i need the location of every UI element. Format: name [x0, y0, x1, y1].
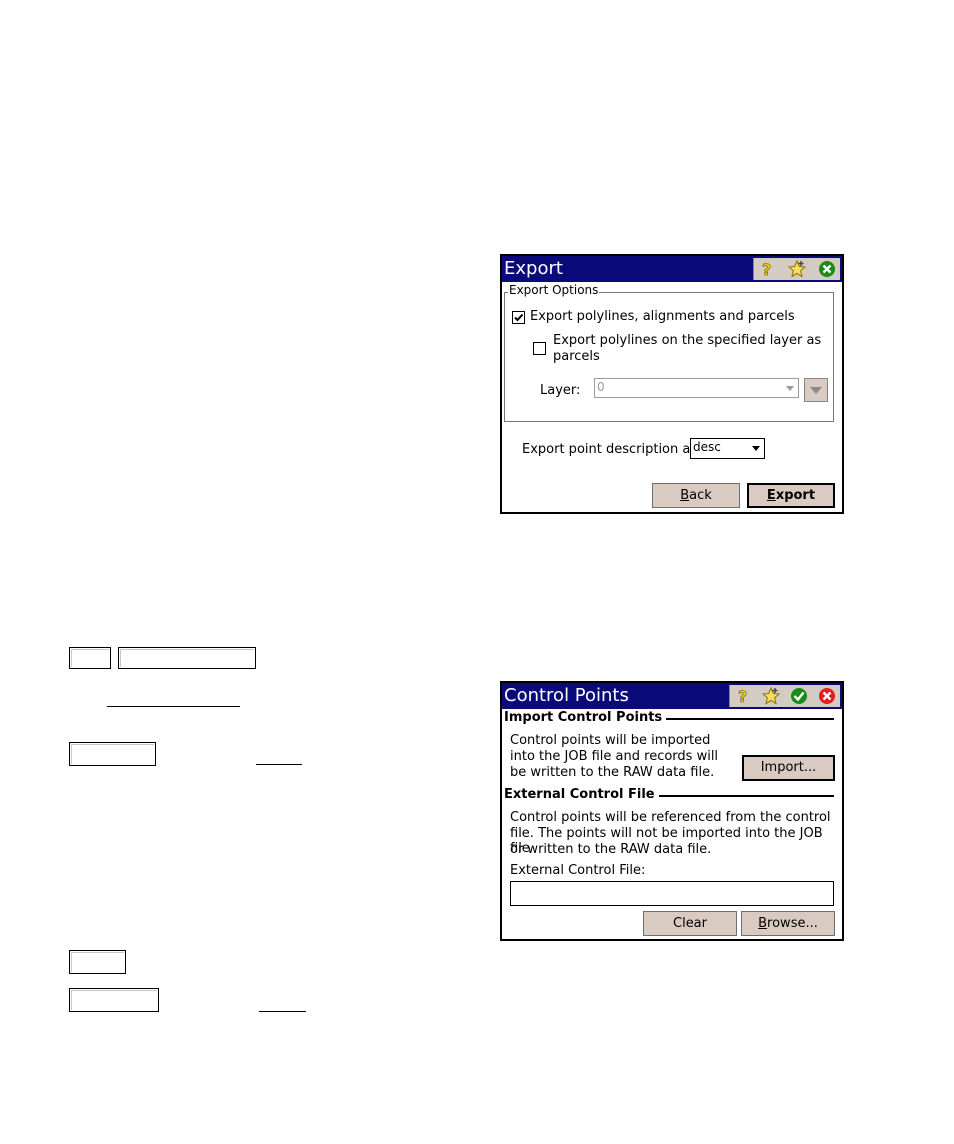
checkmark-icon	[514, 313, 524, 322]
control-points-dialog: Control Points ? Import Control Points C…	[500, 681, 844, 941]
export-title: Export	[504, 258, 563, 279]
import-button-label: Import...	[760, 760, 817, 775]
export-options-legend: Export Options	[508, 283, 600, 297]
import-section-title: Import Control Points	[504, 710, 667, 725]
layer-label: Layer:	[540, 383, 581, 398]
help-icon[interactable]: ?	[734, 687, 752, 705]
import-desc-line3: be written to the RAW data file.	[510, 765, 715, 780]
export-button-label: Export	[766, 488, 816, 503]
help-icon[interactable]: ?	[758, 260, 776, 278]
ok-check-icon[interactable]	[790, 687, 808, 705]
svg-text:?: ?	[762, 260, 771, 278]
clear-button-label: Clear	[673, 916, 707, 931]
export-layer-parcels-label-line2[interactable]: parcels	[553, 349, 600, 364]
external-file-label: External Control File:	[510, 863, 646, 878]
export-button[interactable]: Export	[747, 483, 835, 508]
dropdown-arrow-icon	[752, 446, 760, 451]
point-desc-value: desc	[693, 440, 721, 454]
external-file-input[interactable]	[510, 881, 834, 906]
control-points-title: Control Points	[504, 685, 629, 706]
import-desc-line2: into the JOB file and records will	[510, 749, 719, 764]
export-layer-parcels-label-line1[interactable]: Export polylines on the specified layer …	[553, 333, 821, 348]
back-button[interactable]: Back	[652, 483, 740, 508]
key-reference-2	[118, 647, 256, 669]
close-x-icon[interactable]	[818, 687, 836, 705]
layer-value: 0	[597, 380, 605, 394]
external-desc-line1: Control points will be referenced from t…	[510, 810, 831, 825]
key-reference-3	[69, 742, 156, 766]
import-button[interactable]: Import...	[742, 755, 835, 781]
underline-reference-3	[259, 1011, 306, 1012]
browse-button-label: Browse...	[758, 916, 818, 931]
layer-combobox[interactable]: 0	[594, 378, 799, 398]
export-title-icons: ?	[753, 258, 840, 280]
key-reference-1	[69, 647, 111, 669]
key-reference-5	[69, 988, 159, 1012]
dropdown-arrow-icon	[786, 386, 794, 391]
control-points-title-icons: ?	[729, 685, 840, 707]
svg-text:?: ?	[738, 687, 747, 705]
external-desc-line3: or written to the RAW data file.	[510, 842, 712, 857]
clear-button[interactable]: Clear	[643, 911, 737, 936]
dropdown-arrow-icon	[810, 387, 822, 394]
browse-button[interactable]: Browse...	[741, 911, 835, 936]
layer-picker-button[interactable]	[804, 378, 828, 402]
underline-reference-2	[256, 764, 302, 765]
underline-reference-1	[107, 706, 240, 707]
export-polylines-checkbox[interactable]	[512, 311, 525, 324]
export-polylines-label[interactable]: Export polylines, alignments and parcels	[530, 309, 795, 324]
close-x-icon[interactable]	[818, 260, 836, 278]
back-button-label: Back	[680, 488, 712, 503]
favorite-star-icon[interactable]	[762, 687, 780, 705]
favorite-star-icon[interactable]	[788, 260, 806, 278]
export-dialog: Export ? Export Options Export polylines…	[500, 254, 844, 514]
point-desc-label: Export point description as	[522, 442, 698, 457]
key-reference-4	[69, 950, 126, 974]
external-section-title: External Control File	[504, 787, 659, 802]
point-desc-combobox[interactable]: desc	[690, 438, 765, 459]
import-desc-line1: Control points will be imported	[510, 733, 711, 748]
export-layer-parcels-checkbox[interactable]	[533, 342, 546, 355]
